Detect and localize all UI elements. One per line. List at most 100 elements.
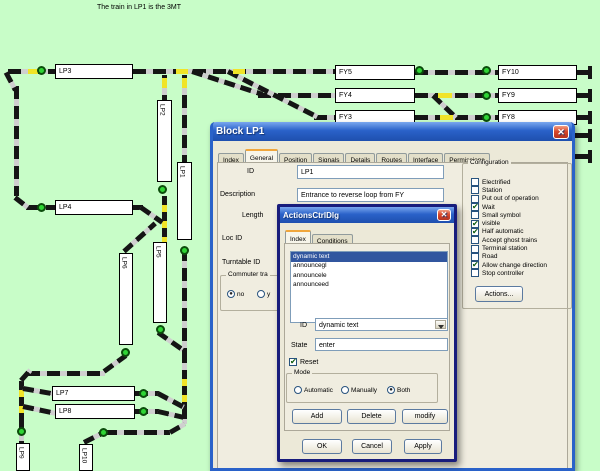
signal-icon[interactable] bbox=[158, 185, 167, 194]
signal-icon[interactable] bbox=[37, 66, 46, 75]
signal-icon[interactable] bbox=[17, 427, 26, 436]
checkbox-road[interactable]: Road bbox=[471, 253, 569, 261]
checkbox-terminal-station[interactable]: Terminal station bbox=[471, 244, 569, 252]
checkbox-icon[interactable] bbox=[471, 245, 479, 253]
checkbox-wait[interactable]: ✔Wait bbox=[471, 203, 569, 211]
mode-both-radio[interactable]: ● Both bbox=[387, 386, 410, 394]
actions-listbox[interactable]: dynamic text announcegl announcele annou… bbox=[290, 251, 448, 323]
checkbox-allow-change-direction[interactable]: ✔Allow change direction bbox=[471, 261, 569, 269]
checkbox-station[interactable]: Station bbox=[471, 186, 569, 194]
block-fy5[interactable]: FY5 bbox=[335, 65, 415, 80]
block-lp6[interactable]: LP6 bbox=[119, 253, 133, 345]
track-switch[interactable] bbox=[23, 386, 53, 396]
signal-icon[interactable] bbox=[121, 348, 130, 357]
signal-icon[interactable] bbox=[180, 246, 189, 255]
mode-automatic-radio[interactable]: Automatic bbox=[294, 386, 333, 394]
block-fy9[interactable]: FY9 bbox=[498, 88, 577, 103]
block-lp7[interactable]: LP7 bbox=[52, 386, 135, 401]
block-lp5[interactable]: LP5 bbox=[153, 242, 167, 323]
checkbox-icon[interactable]: ✔ bbox=[289, 358, 297, 366]
checkbox-accept-ghost-trains[interactable]: Accept ghost trains bbox=[471, 236, 569, 244]
list-item[interactable]: announcele bbox=[291, 271, 447, 281]
signal-icon[interactable] bbox=[415, 66, 424, 75]
status-text: The train in LP1 is the 3MT bbox=[97, 4, 181, 11]
track-curve bbox=[4, 71, 18, 91]
checkbox-icon[interactable] bbox=[471, 186, 479, 194]
signal-icon[interactable] bbox=[99, 428, 108, 437]
signal-icon[interactable] bbox=[37, 203, 46, 212]
configuration-group: Configuration Electrified Station Put ou… bbox=[462, 163, 572, 309]
block-lp10[interactable]: LP10 bbox=[79, 444, 93, 471]
checkbox-put-out-of-operation[interactable]: Put out of operation bbox=[471, 195, 569, 203]
modify-button[interactable]: modify bbox=[402, 409, 448, 424]
track-switch[interactable] bbox=[157, 409, 183, 420]
block-fy10[interactable]: FY10 bbox=[498, 65, 577, 80]
track-segment bbox=[27, 371, 105, 376]
commuter-yes-label: y bbox=[267, 291, 270, 298]
block-lp8[interactable]: LP8 bbox=[55, 404, 135, 419]
checkbox-icon[interactable] bbox=[471, 178, 479, 186]
dialog-titlebar[interactable]: ActionsCtrlDlg ✕ bbox=[280, 207, 454, 223]
radio-icon[interactable]: ● bbox=[227, 290, 235, 298]
block-lp2[interactable]: LP2 bbox=[157, 100, 172, 182]
radio-icon[interactable] bbox=[257, 290, 265, 298]
id-field[interactable]: LP1 bbox=[297, 165, 444, 179]
block-lp4[interactable]: LP4 bbox=[55, 200, 133, 215]
checkbox-icon[interactable] bbox=[471, 236, 479, 244]
reset-checkbox[interactable]: ✔ Reset bbox=[289, 358, 318, 366]
apply-button[interactable]: Apply bbox=[404, 439, 442, 454]
radio-icon[interactable] bbox=[294, 386, 302, 394]
signal-icon[interactable] bbox=[139, 407, 148, 416]
signal-icon[interactable] bbox=[482, 91, 491, 100]
actions-ctrl-dialog: ActionsCtrlDlg ✕ IndexConditions dynamic… bbox=[277, 204, 457, 462]
block-lp9[interactable]: LP9 bbox=[16, 443, 30, 471]
buffer-stop-icon bbox=[588, 129, 592, 142]
mode-manually-radio[interactable]: Manually bbox=[341, 386, 377, 394]
block-lp1[interactable]: LP1 bbox=[177, 162, 192, 240]
ok-button[interactable]: OK bbox=[302, 439, 342, 454]
checkbox-stop-controller[interactable]: Stop controller bbox=[471, 269, 569, 277]
actions-button[interactable]: Actions... bbox=[475, 286, 523, 302]
signal-icon[interactable] bbox=[139, 389, 148, 398]
signal-icon[interactable] bbox=[482, 113, 491, 122]
loc-id-label: Loc ID bbox=[222, 235, 242, 242]
id-combobox[interactable]: dynamic text bbox=[315, 318, 448, 331]
buffer-stop-icon bbox=[588, 150, 592, 163]
block-lp3[interactable]: LP3 bbox=[55, 64, 133, 79]
dialog-titlebar[interactable]: Block LP1 ✕ bbox=[213, 122, 572, 141]
track-switch[interactable] bbox=[157, 391, 185, 409]
checkbox-icon[interactable]: ✔ bbox=[471, 261, 479, 269]
close-icon[interactable]: ✕ bbox=[437, 209, 451, 221]
commuter-no-radio[interactable]: ● no bbox=[227, 290, 244, 298]
track-switch[interactable] bbox=[22, 404, 55, 416]
description-label: Description bbox=[220, 191, 255, 198]
checkbox-icon[interactable]: ✔ bbox=[471, 203, 479, 211]
track-curve bbox=[13, 196, 29, 210]
block-fy4[interactable]: FY4 bbox=[335, 88, 415, 103]
checkbox-electrified[interactable]: Electrified bbox=[471, 178, 569, 186]
add-button[interactable]: Add bbox=[292, 409, 342, 424]
signal-icon[interactable] bbox=[156, 325, 165, 334]
radio-icon[interactable] bbox=[341, 386, 349, 394]
signal-icon[interactable] bbox=[482, 66, 491, 75]
delete-button[interactable]: Delete bbox=[347, 409, 396, 424]
checkbox-half-automatic[interactable]: ✔Half automatic bbox=[471, 228, 569, 236]
commuter-yes-radio[interactable]: y bbox=[257, 290, 270, 298]
track-curve bbox=[169, 422, 186, 435]
checkbox-visible[interactable]: ✔visible bbox=[471, 219, 569, 227]
checkbox-small-symbol[interactable]: Small symbol bbox=[471, 211, 569, 219]
state-field[interactable]: enter bbox=[315, 338, 448, 351]
close-icon[interactable]: ✕ bbox=[553, 125, 569, 139]
cancel-button[interactable]: Cancel bbox=[352, 439, 392, 454]
checkbox-icon[interactable]: ✔ bbox=[471, 228, 479, 236]
list-item[interactable]: dynamic text bbox=[291, 252, 447, 262]
track-segment bbox=[14, 86, 19, 196]
commuter-train-group-label: Commuter tra bbox=[226, 272, 270, 279]
description-field[interactable]: Entrance to reverse loop from FY bbox=[297, 188, 444, 202]
commuter-no-label: no bbox=[237, 291, 244, 298]
list-item[interactable]: announcegl bbox=[291, 262, 447, 272]
radio-icon[interactable]: ● bbox=[387, 386, 395, 394]
chevron-down-icon[interactable] bbox=[435, 320, 446, 329]
checkbox-icon[interactable] bbox=[471, 269, 479, 277]
list-item[interactable]: announceed bbox=[291, 281, 447, 291]
